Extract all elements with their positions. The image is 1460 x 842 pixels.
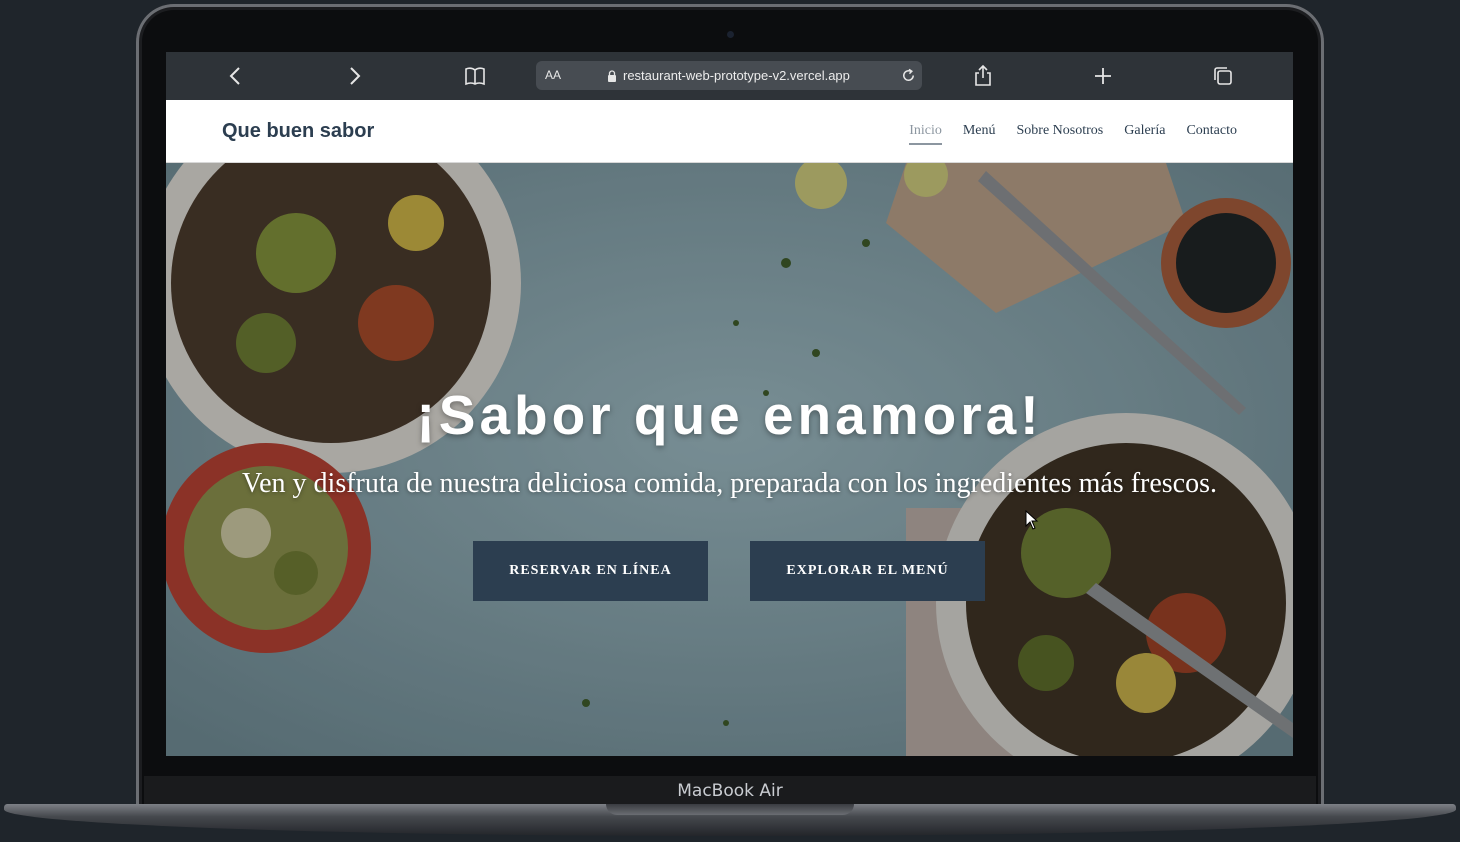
mouse-cursor-icon bbox=[1025, 510, 1039, 530]
nav-item-contacto[interactable]: Contacto bbox=[1186, 119, 1237, 143]
nav-item-galeria[interactable]: Galería bbox=[1124, 119, 1165, 143]
hero-background-image bbox=[166, 163, 1293, 756]
brand-logo[interactable]: Que buen sabor bbox=[222, 100, 374, 162]
new-tab-icon[interactable] bbox=[1091, 64, 1115, 88]
explore-menu-button[interactable]: EXPLORAR EL MENÚ bbox=[750, 541, 985, 601]
nav-item-inicio[interactable]: Inicio bbox=[909, 119, 942, 145]
device-model-label: MacBook Air bbox=[677, 781, 783, 801]
hero-subtitle: Ven y disfruta de nuestra deliciosa comi… bbox=[242, 468, 1217, 499]
reserve-online-button[interactable]: RESERVAR EN LÍNEA bbox=[473, 541, 708, 601]
site-header: Que buen sabor Inicio Menú Sobre Nosotro… bbox=[166, 100, 1293, 163]
reload-icon[interactable] bbox=[900, 67, 917, 84]
hero-section: ¡Sabor que enamora! Ven y disfruta de nu… bbox=[166, 163, 1293, 756]
url-bar[interactable]: AA restaurant-web-prototype-v2.vercel.ap… bbox=[536, 61, 922, 90]
tabs-icon[interactable] bbox=[1211, 64, 1235, 88]
nav-item-menu[interactable]: Menú bbox=[963, 119, 996, 143]
lock-icon bbox=[608, 70, 616, 82]
camera-icon bbox=[727, 31, 734, 38]
back-icon[interactable] bbox=[224, 64, 248, 88]
main-nav: Inicio Menú Sobre Nosotros Galería Conta… bbox=[909, 100, 1237, 162]
forward-icon[interactable] bbox=[342, 64, 366, 88]
nav-item-sobre-nosotros[interactable]: Sobre Nosotros bbox=[1017, 119, 1104, 143]
laptop-notch bbox=[606, 804, 854, 815]
bookmarks-icon[interactable] bbox=[463, 64, 487, 88]
reader-aa-button[interactable]: AA bbox=[545, 61, 561, 90]
share-icon[interactable] bbox=[971, 64, 995, 88]
url-text: restaurant-web-prototype-v2.vercel.app bbox=[623, 68, 850, 83]
screen: AA restaurant-web-prototype-v2.vercel.ap… bbox=[166, 52, 1293, 756]
browser-toolbar: AA restaurant-web-prototype-v2.vercel.ap… bbox=[166, 52, 1293, 100]
hero-title: ¡Sabor que enamora! bbox=[416, 384, 1043, 446]
